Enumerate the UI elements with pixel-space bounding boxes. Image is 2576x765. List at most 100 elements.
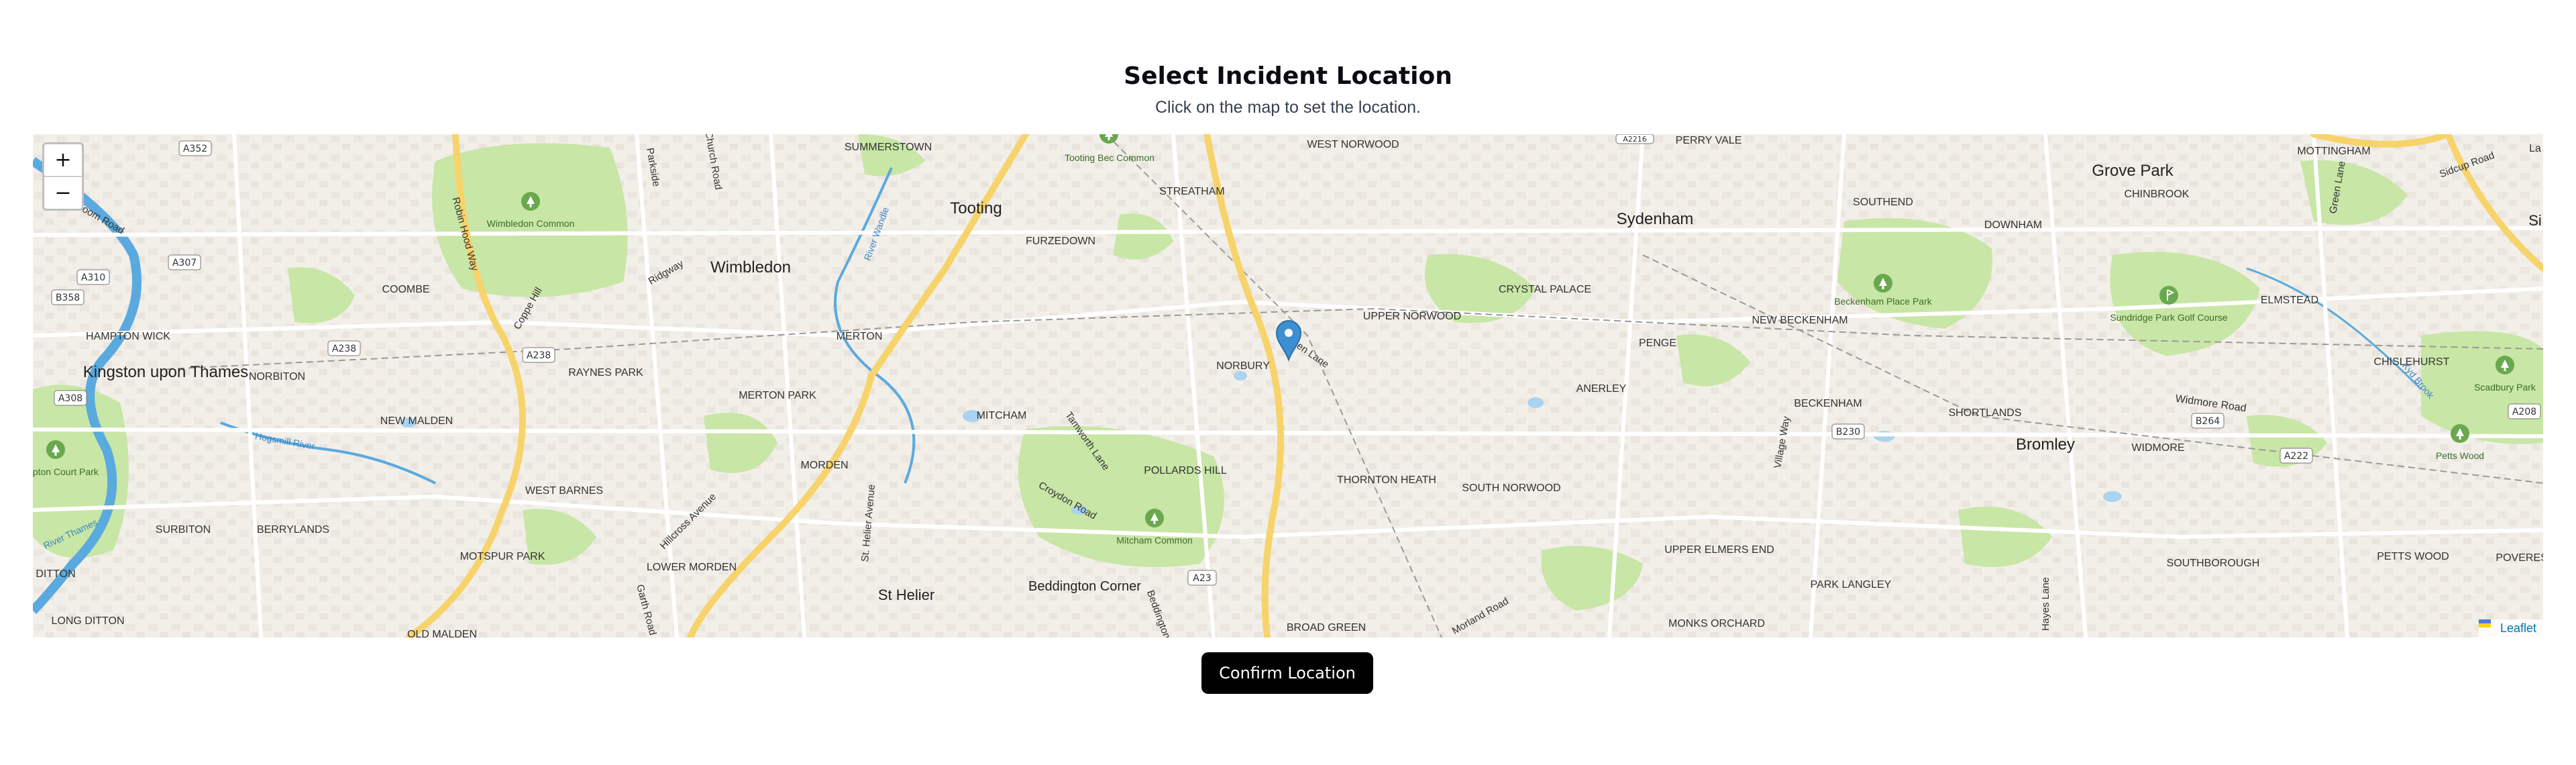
shield-a238-2: A238 [522, 347, 555, 363]
label-mitcham: MITCHAM [977, 410, 1027, 421]
page-subtitle: Click on the map to set the location. [1155, 98, 1421, 117]
label-hayes-lane: Hayes Lane [2040, 577, 2051, 631]
label-merton: MERTON [837, 331, 883, 342]
label-upper-elmers-end: UPPER ELMERS END [1664, 544, 1774, 556]
svg-text:A208: A208 [2512, 407, 2536, 417]
shield-b264: B264 [2191, 413, 2224, 429]
tree-icon [1874, 274, 1892, 293]
label-kingston: Kingston upon Thames [83, 363, 248, 381]
shield-a308: A308 [54, 390, 87, 406]
label-sundridge-park: Sundridge Park Golf Course [2110, 312, 2227, 323]
label-crystal-palace: CRYSTAL PALACE [1499, 284, 1591, 295]
svg-text:A238: A238 [527, 350, 551, 361]
tree-icon [2496, 356, 2514, 374]
label-st-helier: St Helier [878, 586, 934, 603]
label-penge: PENGE [1639, 338, 1676, 349]
svg-text:A2216: A2216 [1623, 135, 1647, 144]
label-norbiton: NORBITON [249, 371, 305, 382]
label-old-malden: OLD MALDEN [407, 629, 477, 638]
page-header: Select Incident Location Click on the ma… [0, 62, 2576, 117]
shield-a307: A307 [168, 254, 201, 270]
svg-text:B230: B230 [1836, 427, 1860, 438]
shield-a238-1: A238 [327, 340, 361, 356]
label-bromley: Bromley [2016, 436, 2075, 454]
shield-a352: A352 [178, 140, 212, 156]
label-raynes-park: RAYNES PARK [568, 367, 643, 378]
shield-a222: A222 [2279, 448, 2313, 464]
label-monks-orchard: MONKS ORCHARD [1668, 618, 1765, 629]
label-thornton-heath: THORNTON HEATH [1337, 474, 1436, 486]
label-mitcham-common: Mitcham Common [1116, 535, 1193, 546]
shield-a208: A208 [2508, 403, 2541, 419]
label-summerstown: SUMMERSTOWN [845, 142, 932, 153]
label-chinbrook: CHINBROOK [2125, 189, 2190, 200]
svg-text:A222: A222 [2284, 451, 2308, 462]
label-surbiton: SURBITON [156, 524, 211, 536]
zoom-out-button[interactable]: − [44, 177, 82, 209]
zoom-control: + − [42, 142, 84, 211]
attribution-link[interactable]: Leaflet [2500, 621, 2536, 635]
label-upper-norwood: UPPER NORWOOD [1363, 311, 1461, 322]
label-southborough: SOUTHBOROUGH [2167, 558, 2260, 569]
label-tooting: Tooting [950, 199, 1002, 217]
svg-text:A352: A352 [183, 144, 207, 154]
shield-a23: A23 [1187, 570, 1217, 586]
label-southend: SOUTHEND [1853, 197, 1913, 208]
golf-icon [2159, 286, 2178, 305]
label-grove-park: Grove Park [2092, 162, 2174, 180]
svg-text:A23: A23 [1193, 573, 1211, 584]
label-scadbury: Scadbury Park [2474, 382, 2536, 393]
label-new-beckenham: NEW BECKENHAM [1752, 315, 1847, 326]
label-petts-wood-park: Petts Wood [2436, 450, 2484, 461]
confirm-location-button[interactable]: Confirm Location [1201, 652, 1373, 694]
zoom-in-button[interactable]: + [44, 144, 82, 177]
map-canvas[interactable]: A352 A307 A310 B358 A238 A238 A308 A23 B… [33, 134, 2543, 638]
label-poverest: POVEREST [2496, 552, 2543, 564]
label-beckenham-place-park: Beckenham Place Park [1834, 296, 1933, 307]
label-long-ditton: LONG DITTON [51, 615, 124, 627]
label-west-barnes: WEST BARNES [525, 485, 603, 497]
label-si: Si [2528, 212, 2542, 229]
svg-text:A238: A238 [332, 344, 356, 354]
label-new-malden: NEW MALDEN [380, 415, 453, 427]
shield-b230: B230 [1831, 423, 1865, 440]
label-streatham: STREATHAM [1159, 186, 1224, 197]
label-downham: DOWNHAM [1984, 219, 2042, 231]
label-beddington: Beddington Corner [1028, 579, 1141, 594]
label-mottingham: MOTTINGHAM [2297, 146, 2370, 157]
label-motspur-park: MOTSPUR PARK [460, 551, 545, 562]
tree-icon [1145, 509, 1164, 527]
shield-a2216: A2216 [1615, 134, 1654, 144]
tree-icon [2451, 424, 2469, 443]
label-beckenham: BECKENHAM [1794, 398, 1862, 409]
shield-a310: A310 [76, 269, 110, 285]
label-ditton: DITTON [36, 568, 75, 580]
label-lower-morden: LOWER MORDEN [647, 562, 737, 573]
shield-b358: B358 [51, 289, 85, 305]
label-la: La [2529, 143, 2541, 154]
label-anerley: ANERLEY [1576, 383, 1627, 395]
svg-text:A310: A310 [81, 272, 105, 283]
map-tiles[interactable]: A352 A307 A310 B358 A238 A238 A308 A23 B… [33, 134, 2543, 638]
svg-text:B264: B264 [2196, 416, 2220, 427]
svg-text:A308: A308 [58, 393, 83, 404]
label-west-norwood: WEST NORWOOD [1307, 139, 1399, 150]
label-merton-park: MERTON PARK [739, 390, 816, 401]
label-wimbledon: Wimbledon [710, 258, 791, 276]
tree-icon [521, 192, 540, 211]
ukraine-flag-icon [2478, 619, 2498, 633]
label-norbury: NORBURY [1216, 360, 1270, 372]
svg-text:A307: A307 [172, 258, 197, 268]
label-broad-green: BROAD GREEN [1287, 622, 1366, 633]
label-widmore: WIDMORE [2131, 442, 2184, 454]
label-hampton-court: Hampton Court Park [33, 466, 99, 477]
page-title: Select Incident Location [1124, 62, 1452, 90]
label-furzedown: FURZEDOWN [1026, 236, 1095, 247]
label-petts-wood: PETTS WOOD [2377, 551, 2449, 562]
label-pollards-hill: POLLARDS HILL [1144, 465, 1227, 476]
label-tooting-bec: Tooting Bec Common [1065, 152, 1155, 163]
label-coombe: COOMBE [382, 284, 429, 295]
svg-text:B358: B358 [56, 293, 80, 303]
tree-icon [46, 440, 65, 459]
label-berrylands: BERRYLANDS [257, 524, 329, 536]
